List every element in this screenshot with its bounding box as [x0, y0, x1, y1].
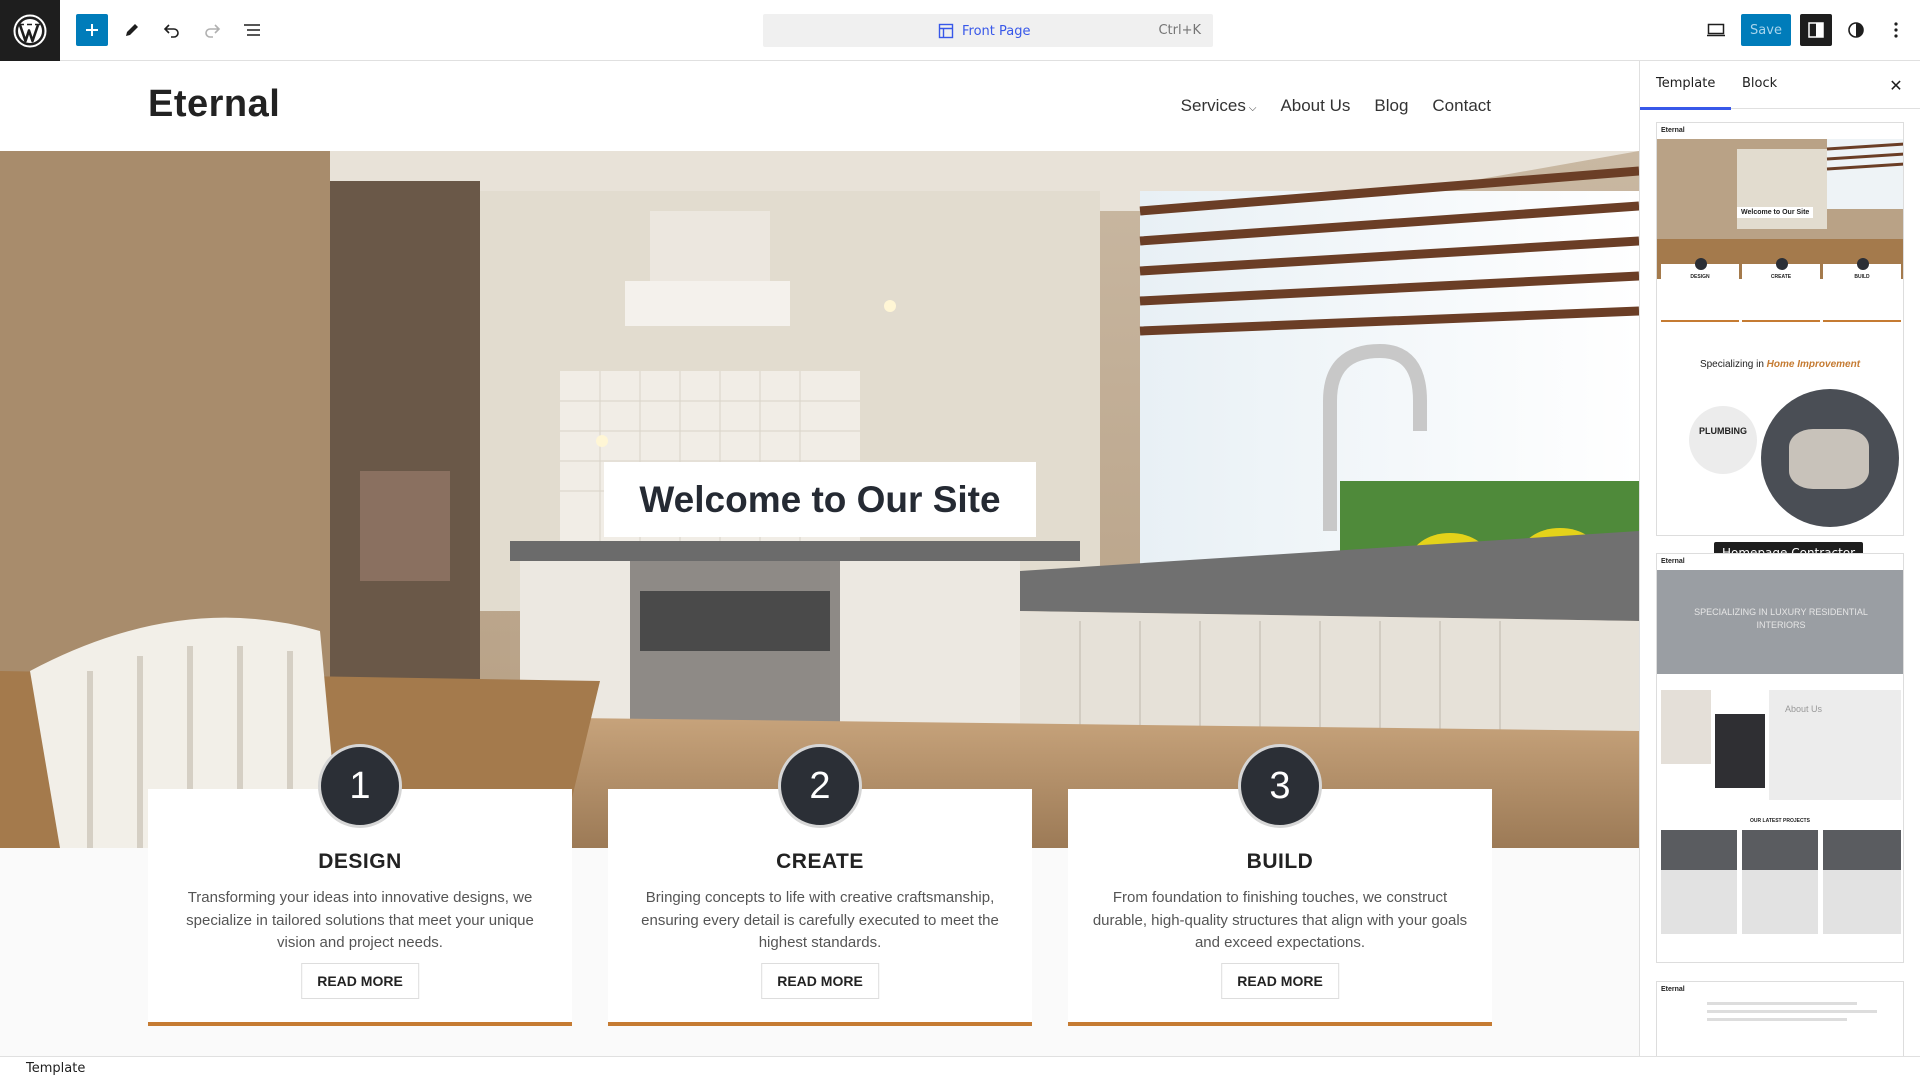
thumb-projects-heading: OUR LATEST PROJECTS [1750, 818, 1810, 824]
read-more-button[interactable]: READ MORE [301, 963, 419, 999]
template-thumbnail-2[interactable]: Eternal SPECIALIZING IN LUXURY RESIDENTI… [1656, 553, 1904, 963]
card-title: DESIGN [318, 850, 402, 873]
command-bar-title: Front Page [938, 23, 1031, 39]
editor-canvas[interactable]: Eternal Services⌵ About Us Blog Contact [0, 61, 1639, 1056]
thumb-card: BUILD [1823, 258, 1901, 322]
tab-template[interactable]: Template [1640, 76, 1732, 110]
undo-button[interactable] [156, 14, 188, 46]
thumb-about-box: About Us [1769, 690, 1901, 800]
site-header: Eternal Services ⌵ About Us Blog Contact [0, 61, 1639, 151]
nav-item-label: Services [1180, 96, 1246, 115]
feature-card-create[interactable]: 2 CREATE Bringing concepts to life with … [608, 744, 1032, 1026]
thumb-text-line [1707, 1002, 1857, 1005]
wordpress-icon[interactable] [0, 0, 60, 61]
nav-item-about[interactable]: About Us [1280, 96, 1350, 116]
thumb-heading-highlight: Home Improvement [1766, 359, 1861, 370]
thumb-text-line [1707, 1010, 1877, 1013]
list-view-button[interactable] [236, 14, 268, 46]
feature-card-build[interactable]: 3 BUILD From foundation to finishing tou… [1068, 744, 1492, 1026]
thumb-card-title: CREATE [1770, 274, 1792, 280]
add-block-button[interactable] [76, 14, 108, 46]
thumb-card-title: DESIGN [1690, 274, 1710, 280]
thumb-plumbing-photo [1761, 389, 1899, 527]
thumb-chair-photo [1661, 690, 1711, 764]
thumb-service-label: PLUMBING [1699, 426, 1747, 436]
tab-block[interactable]: Block [1742, 76, 1777, 91]
thumb-hero-title: Welcome to Our Site [1737, 207, 1814, 218]
thumb-project-card [1661, 830, 1737, 934]
card-text: Bringing concepts to life with creative … [641, 889, 999, 951]
thumb-card: CREATE [1742, 258, 1820, 322]
thumb-card: DESIGN [1661, 258, 1739, 322]
settings-button[interactable] [1800, 14, 1832, 46]
card-title: BUILD [1246, 850, 1314, 873]
thumb-person-photo [1715, 714, 1765, 788]
save-button[interactable]: Save [1741, 14, 1791, 46]
site-title[interactable]: Eternal [148, 83, 280, 126]
options-button[interactable] [1880, 14, 1912, 46]
thumb-card-number [1857, 258, 1869, 270]
thumb-project-card [1823, 830, 1901, 934]
nav-item-contact[interactable]: Contact [1432, 96, 1491, 116]
thumb-about-title: About Us [1785, 704, 1823, 714]
thumb-card-title: BUILD [1854, 274, 1870, 280]
layout-icon [938, 23, 954, 39]
card-title: CREATE [776, 850, 864, 873]
navigation: Services ⌵ About Us Blog Contact [1181, 96, 1491, 116]
thumb-card-number [1776, 258, 1788, 270]
settings-sidebar: Template Block ✕ Eternal Welcome to Our … [1639, 61, 1920, 1056]
page-title: Front Page [962, 23, 1031, 39]
card-number: 2 [778, 744, 862, 828]
card-number: 1 [318, 744, 402, 828]
thumb-site-title: Eternal [1661, 986, 1685, 993]
thumb-banner: SPECIALIZING IN LUXURY RESIDENTIAL INTER… [1657, 570, 1903, 674]
kebab-icon [1894, 22, 1898, 38]
hero-title-box: Welcome to Our Site [604, 462, 1036, 537]
thumb-section-heading: Specializing in Home Improvement [1657, 359, 1903, 370]
redo-icon [205, 24, 221, 38]
feature-card-design[interactable]: 1 DESIGN Transforming your ideas into in… [148, 744, 572, 1026]
sidebar-tabs: Template Block ✕ [1640, 61, 1920, 110]
thumb-site-title: Eternal [1661, 127, 1685, 134]
command-bar[interactable]: Front Page Ctrl+K [763, 14, 1213, 47]
nav-item-blog[interactable]: Blog [1374, 96, 1408, 116]
plus-icon [86, 24, 98, 36]
tools-button[interactable] [116, 14, 148, 46]
thumb-text-line [1707, 1018, 1847, 1021]
thumb-service-circle: PLUMBING [1689, 406, 1757, 474]
thumb-heading-prefix: Specializing in [1699, 359, 1764, 370]
redo-button[interactable] [196, 14, 228, 46]
device-preview-button[interactable] [1700, 14, 1732, 46]
desktop-icon [1707, 23, 1725, 37]
editor-toolbar: Front Page Ctrl+K Save [0, 0, 1920, 61]
thumb-site-title: Eternal [1661, 558, 1685, 565]
hero-title[interactable]: Welcome to Our Site [639, 479, 1000, 521]
close-icon[interactable]: ✕ [1884, 73, 1908, 97]
shortcut-hint: Ctrl+K [1158, 23, 1201, 38]
editor-footer: Template [0, 1056, 1920, 1080]
list-view-icon [244, 24, 260, 36]
thumb-project-card [1742, 830, 1818, 934]
card-number: 3 [1238, 744, 1322, 828]
breadcrumb[interactable]: Template [26, 1061, 85, 1076]
styles-button[interactable] [1840, 14, 1872, 46]
sidebar-icon [1808, 22, 1824, 38]
thumb-banner-text: SPECIALIZING IN LUXURY RESIDENTIAL INTER… [1694, 607, 1868, 630]
card-text: Transforming your ideas into innovative … [186, 889, 534, 951]
pencil-icon [126, 24, 138, 36]
nav-item-services[interactable]: Services ⌵ [1181, 96, 1257, 116]
read-more-button[interactable]: READ MORE [761, 963, 879, 999]
template-thumbnail-3[interactable]: Eternal [1656, 981, 1904, 1056]
read-more-button[interactable]: READ MORE [1221, 963, 1339, 999]
contrast-icon [1848, 22, 1864, 38]
card-text: From foundation to finishing touches, we… [1092, 889, 1468, 951]
template-thumbnail-1[interactable]: Eternal Welcome to Our Site DESIGN CREAT… [1656, 122, 1904, 536]
thumb-card-number [1695, 258, 1707, 270]
chevron-down-icon: ⌵ [1248, 103, 1257, 114]
undo-icon [163, 24, 179, 38]
